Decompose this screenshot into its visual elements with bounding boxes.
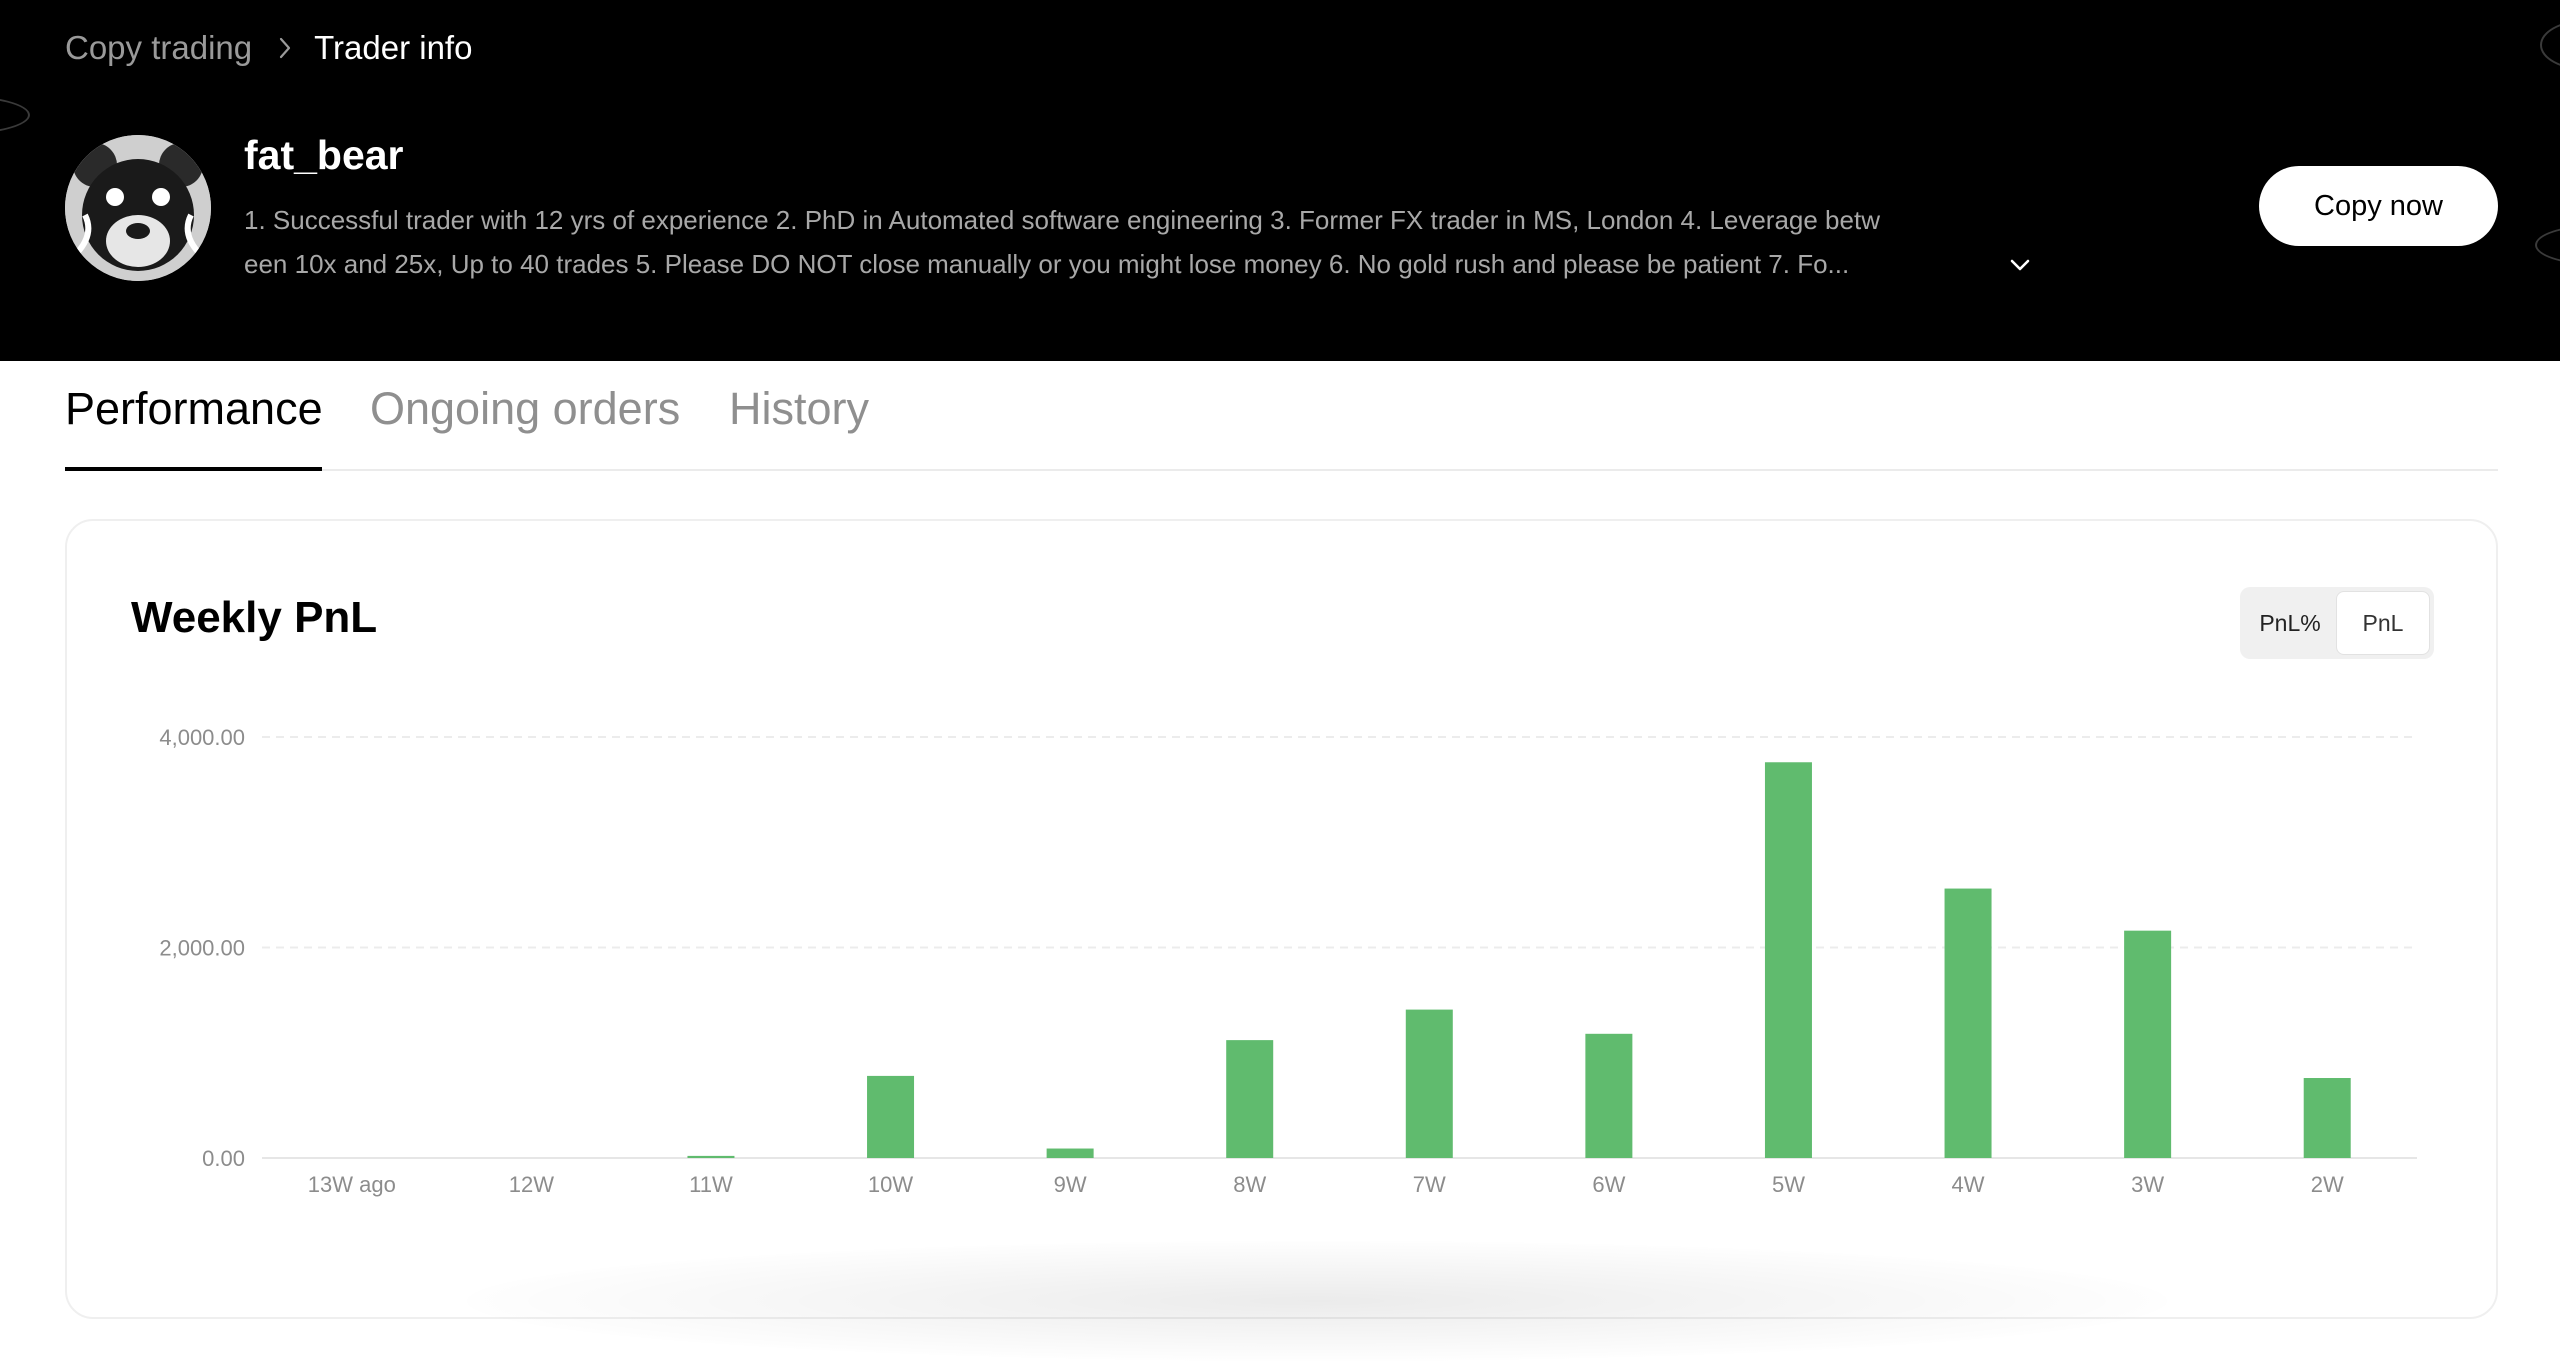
x-tick-label: 6W [1592, 1172, 1625, 1197]
x-tick-label: 7W [1413, 1172, 1446, 1197]
breadcrumb-copy-trading-link[interactable]: Copy trading [65, 29, 252, 67]
pnl-bar [1944, 888, 1992, 1158]
breadcrumb: Copy trading Trader info [65, 26, 472, 70]
pnl-bar [687, 1155, 735, 1158]
x-tick-label: 5W [1772, 1172, 1805, 1197]
breadcrumb-current: Trader info [314, 29, 473, 66]
pnl-bar [2124, 930, 2172, 1158]
pnl-bar [2303, 1078, 2351, 1158]
tab-history[interactable]: History [729, 383, 869, 435]
x-tick-label: 8W [1233, 1172, 1266, 1197]
y-tick-label: 0.00 [202, 1146, 245, 1171]
pnl-bar [867, 1075, 915, 1158]
chevron-right-icon [278, 36, 292, 60]
x-tick-label: 13W ago [308, 1172, 396, 1197]
x-tick-label: 9W [1054, 1172, 1087, 1197]
expand-bio-chevron-down-icon[interactable] [2005, 250, 2035, 280]
pnl-bar [1046, 1148, 1094, 1158]
trader-avatar [65, 135, 211, 281]
trader-bio-line: een 10x and 25x, Up to 40 trades 5. Plea… [244, 249, 1850, 279]
trader-bio: 1. Successful trader with 12 yrs of expe… [244, 198, 2034, 286]
tab-performance[interactable]: Performance [65, 383, 323, 435]
tab-bar: Performance Ongoing orders History [65, 361, 2498, 471]
pnl-bar [1764, 762, 1812, 1158]
decorative-ring [2535, 225, 2560, 265]
x-tick-label: 3W [2131, 1172, 2164, 1197]
x-tick-label: 11W [689, 1172, 733, 1197]
x-tick-label: 4W [1952, 1172, 1985, 1197]
decorative-ring [0, 95, 30, 135]
trader-header: Copy trading Trader info fat_bear 1. Suc… [0, 0, 2560, 361]
x-tick-label: 12W [509, 1172, 554, 1197]
weekly-pnl-card: Weekly PnL PnL% PnL 0.00 2,000.00 4,000.00… [65, 519, 2498, 1361]
tab-ongoing-orders[interactable]: Ongoing orders [370, 383, 680, 435]
weekly-pnl-chart: 0.00 2,000.00 4,000.00 13W ago 12W 11W 10W 9W 8W… [159, 725, 2417, 1197]
pnl-bar [1405, 1009, 1453, 1158]
y-tick-label: 2,000.00 [159, 936, 245, 961]
active-tab-indicator [65, 467, 322, 471]
trader-name: fat_bear [244, 132, 404, 178]
x-tick-label: 10W [868, 1172, 913, 1197]
x-tick-label: 2W [2311, 1172, 2344, 1197]
copy-now-button[interactable]: Copy now [2259, 166, 2498, 246]
pnl-bar [1226, 1040, 1274, 1158]
y-tick-label: 4,000.00 [159, 725, 245, 750]
pnl-bar [1585, 1033, 1633, 1158]
trader-bio-line: 1. Successful trader with 12 yrs of expe… [244, 205, 1880, 235]
card-bottom-shadow [467, 1241, 2167, 1361]
decorative-ring [2540, 20, 2560, 70]
